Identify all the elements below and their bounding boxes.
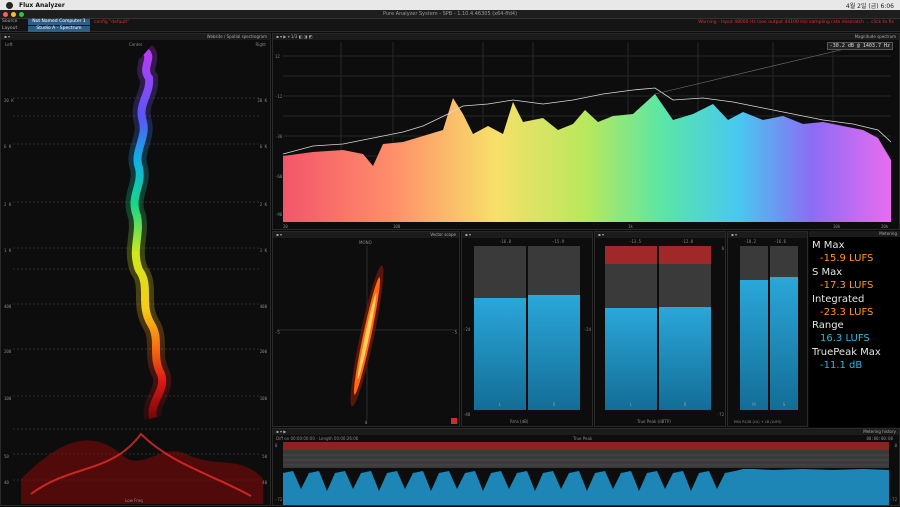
rms-meter-l: L [474,246,526,410]
vector-scope-panel: ▪ ▾ Vector scope MONO -5 -5 0 [272,231,460,427]
spectrum-y-tick: -12 [275,94,283,99]
channel-label: S [782,402,786,407]
rms-scale-tick: -24 [583,327,591,332]
history-plot [283,442,889,505]
app-name[interactable]: Flux Analyzer [19,2,65,9]
layout-label: Layout [2,25,18,31]
spectrum-plot [282,42,892,222]
tp-meter-l: L [605,246,657,410]
panel-menu-icon[interactable]: ▪ ▾ [598,232,604,237]
s-max-value: -17.3 LUFS [820,280,874,291]
tp-peak-r: -12.8 [681,239,694,244]
spectrum-x-tick: 20 [283,224,288,229]
lufs-meter-m: M [740,246,768,410]
m-max-label: M Max [812,240,845,251]
lufs-meter-s: S [770,246,798,410]
range-label: Range [812,320,844,331]
spectrum-x-tick: 100 [393,224,401,229]
rms-meter-panel: ▪ ▾ -16.8 -15.9 L R Rms (dB) -24 -24 -48 [461,231,593,427]
scope-side-tick: -5 [275,330,280,335]
m-max-value: -15.9 LUFS [820,253,874,264]
channel-label: L [498,402,502,407]
mac-menubar: Flux Analyzer 4월 2일 (금) 6:06 [0,0,900,10]
panel-title: Metering [879,231,897,236]
tp-fill-r [659,306,711,410]
history-scale-tick: 0 [275,443,278,448]
truepeak-max-value: -11.1 dB [820,360,863,371]
tp-overload-zone [659,246,711,264]
spectrum-x-tick: 20k [881,224,889,229]
spectrum-y-tick: -96 [275,212,283,217]
tp-peak-l: -13.5 [629,239,642,244]
rms-peak-l: -16.8 [499,239,512,244]
truepeak-meter-panel: ▪ ▾ -13.5 -12.8 L R True Peak (dBTP) 6 -… [594,231,726,427]
tp-label: True Peak (dBTP) [637,419,671,424]
channel-label: M [752,402,756,407]
channel-label: R [552,402,556,407]
apple-icon[interactable] [6,1,13,9]
source-bar: Source Not Named Computer 1 Layout Studi… [0,19,900,32]
spectrum-x-tick: 10k [833,224,841,229]
range-value: 16.3 LUFS [820,333,870,344]
rms-meter-r: R [528,246,580,410]
scope-bottom-tick: 0 [365,420,368,425]
source-label: Source [2,19,18,24]
rms-scale-tick: -24 [463,327,471,332]
history-scale-tick: 0 [894,443,897,448]
source-select[interactable]: Not Named Computer 1 [28,19,90,25]
rms-label: Rms (dB) [510,419,529,424]
history-scale-tick: -72 [889,497,897,502]
channel-label: L [629,402,633,407]
config-warning: config "default" [94,20,130,25]
panel-header: ▪ ▾ [728,232,807,238]
panel-menu-icon[interactable]: ▪ ▾ [731,232,737,237]
lufs-label: EBU R128 (LU) + LB (LUFS) [734,420,782,424]
tp-meter-r: R [659,246,711,410]
samplerate-warning[interactable]: Warning - Input 48000 Hz (see output 441… [698,20,894,25]
layout-select[interactable]: Studio A - Spectrum [28,25,90,32]
spectrum-y-tick: -60 [275,174,283,179]
lufs-peak-s: -16.6 [774,239,787,244]
channel-label: R [683,402,687,407]
metering-history-panel: ▪ ▾ ▶ Metering history Diff on 00:00:00:… [272,428,900,506]
lufs-meter-panel: ▪ ▾ -18.2 -16.6 M S EBU R128 (LU) + LB (… [727,231,808,427]
spatial-plot [13,45,263,504]
tp-scale-tick: 6 [721,246,724,251]
tp-overload-zone [605,246,657,264]
low-freq-label: Low Freq [125,498,143,503]
scope-side-tick: -5 [452,330,457,335]
panel-menu-icon[interactable]: ▪ ▾ [465,232,471,237]
cursor-readout: -30.2 dB @ 1403.7 Hz [826,42,893,50]
tp-fill-l [605,308,657,410]
panel-header: ▪ ▾ [462,232,592,238]
tp-scale-tick: -72 [716,412,724,417]
integrated-value: -23.3 LUFS [820,307,874,318]
history-scale-tick: -72 [275,497,283,502]
clock[interactable]: 4월 2일 (금) 6:06 [846,1,894,10]
truepeak-max-label: TruePeak Max [812,347,881,358]
window-title: Pure Analyzer System - SPB - 1.10.4.4630… [382,11,518,17]
spatial-spectrogram-panel: ▪ ▾ Website / Spatial spectrogram Left C… [0,33,271,506]
spectrum-y-tick: 12 [275,54,280,59]
integrated-label: Integrated [812,294,865,305]
rms-scale-tick: -48 [463,412,471,417]
lufs-fill-m [740,280,768,410]
rms-peak-r: -15.9 [552,239,565,244]
spectrum-y-tick: -36 [275,134,283,139]
lufs-fill-s [770,277,798,410]
spectrum-x-tick: 1k [628,224,633,229]
rms-fill-r [528,295,580,410]
lufs-peak-m: -18.2 [744,239,757,244]
panel-header: Metering [809,231,900,237]
rms-fill-l [474,298,526,410]
vector-scope-plot [277,246,457,424]
window-titlebar: Pure Analyzer System - SPB - 1.10.4.4630… [0,10,900,19]
magnitude-spectrum-panel: ▪ ▾ ▶ ⏸ 1/3 ◧ ◨ ◩ Magnitude spectrum -30… [272,33,900,230]
panel-header: ▪ ▾ [595,232,725,238]
s-max-label: S Max [812,267,843,278]
